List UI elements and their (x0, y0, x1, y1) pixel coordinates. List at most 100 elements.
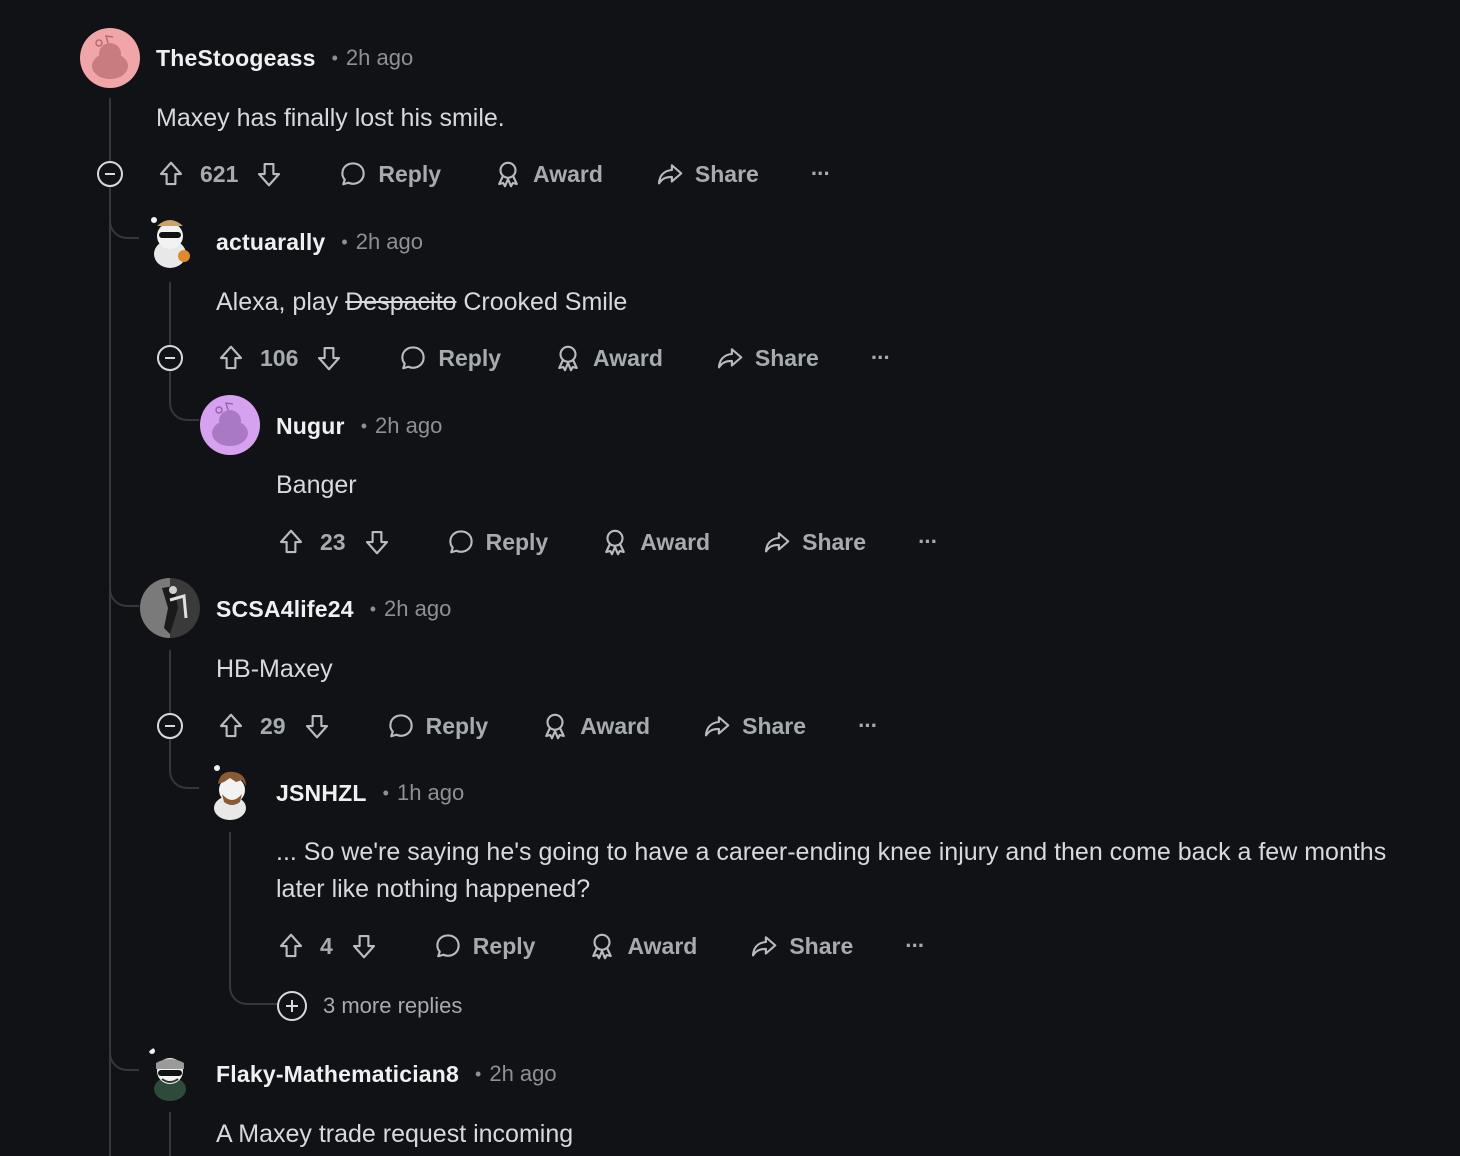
upvote-icon[interactable] (276, 527, 306, 557)
share-button[interactable]: Share (762, 527, 866, 557)
avatar[interactable] (200, 395, 260, 455)
thread-line (169, 1112, 171, 1156)
award-icon (553, 343, 583, 373)
username[interactable]: JSNHZL (276, 780, 367, 807)
comment-body: HB-Maxey (216, 655, 333, 683)
username[interactable]: actuarally (216, 229, 325, 256)
expand-replies-icon[interactable] (277, 991, 307, 1021)
downvote-icon[interactable] (362, 527, 392, 557)
more-options-button[interactable]: ··· (811, 161, 831, 187)
more-options-button[interactable]: ··· (905, 933, 925, 959)
award-button[interactable]: Award (600, 527, 710, 557)
comment-header: JSNHZL • 1h ago (276, 776, 464, 810)
reply-icon (386, 711, 416, 741)
reply-icon (433, 931, 463, 961)
thread-branch (109, 578, 139, 607)
upvote-icon[interactable] (216, 343, 246, 373)
avatar[interactable] (140, 210, 200, 270)
more-options-button[interactable]: ··· (858, 713, 878, 739)
vote-count: 621 (200, 160, 239, 187)
award-button[interactable]: Award (553, 343, 663, 373)
collapse-thread-button[interactable] (157, 345, 183, 371)
more-replies-link[interactable]: 3 more replies (323, 993, 462, 1019)
comment-header: TheStoogeass • 2h ago (156, 41, 413, 75)
comment-body: Banger (276, 471, 357, 499)
comment-actions: 4 Reply Award Share ··· (276, 926, 925, 966)
vote-control: 106 (216, 343, 344, 373)
share-button[interactable]: Share (702, 711, 806, 741)
comment-header: Flaky-Mathematician8 • 2h ago (216, 1057, 557, 1091)
more-options-button[interactable]: ··· (918, 529, 938, 555)
username[interactable]: SCSA4life24 (216, 596, 354, 623)
thread-line (109, 98, 111, 1156)
vote-count: 4 (320, 932, 333, 959)
timestamp[interactable]: 2h ago (375, 413, 442, 439)
separator-dot: • (382, 782, 389, 803)
comment-header: Nugur • 2h ago (276, 409, 442, 443)
award-icon (600, 527, 630, 557)
thread-branch (109, 210, 139, 239)
award-icon (587, 931, 617, 961)
share-icon (715, 343, 745, 373)
reply-icon (338, 159, 368, 189)
timestamp[interactable]: 2h ago (384, 596, 451, 622)
share-button[interactable]: Share (749, 931, 853, 961)
share-icon (702, 711, 732, 741)
separator-dot: • (475, 1063, 482, 1084)
username[interactable]: TheStoogeass (156, 45, 316, 72)
share-icon (655, 159, 685, 189)
downvote-icon[interactable] (302, 711, 332, 741)
upvote-icon[interactable] (276, 931, 306, 961)
upvote-icon[interactable] (156, 159, 186, 189)
vote-control: 621 (156, 159, 284, 189)
upvote-icon[interactable] (216, 711, 246, 741)
comment-header: SCSA4life24 • 2h ago (216, 592, 451, 626)
reply-button[interactable]: Reply (386, 711, 488, 741)
comment-actions: 29 Reply Award Share ··· (216, 706, 878, 746)
timestamp[interactable]: 1h ago (397, 780, 464, 806)
collapse-thread-button[interactable] (157, 713, 183, 739)
avatar[interactable] (140, 1043, 200, 1103)
timestamp[interactable]: 2h ago (346, 45, 413, 71)
vote-control: 23 (276, 527, 392, 557)
username[interactable]: Flaky-Mathematician8 (216, 1061, 459, 1088)
downvote-icon[interactable] (349, 931, 379, 961)
reply-button[interactable]: Reply (338, 159, 441, 189)
award-button[interactable]: Award (587, 931, 697, 961)
comment-actions: 23 Reply Award Share ··· (276, 522, 938, 562)
award-button[interactable]: Award (540, 711, 650, 741)
comment-body: ... So we're saying he's going to have a… (276, 838, 1387, 903)
more-options-button[interactable]: ··· (871, 345, 891, 371)
comment-body: A Maxey trade request incoming (216, 1120, 574, 1148)
thread-branch (109, 1042, 139, 1071)
avatar[interactable] (80, 28, 140, 88)
share-icon (749, 931, 779, 961)
comment-body: Maxey has finally lost his smile. (156, 104, 505, 132)
reply-button[interactable]: Reply (398, 343, 501, 373)
comment-body: Alexa, play Despacito Crooked Smile (216, 288, 628, 316)
collapse-thread-button[interactable] (97, 161, 123, 187)
downvote-icon[interactable] (254, 159, 284, 189)
comment-actions: 106 Reply Award Share ··· (216, 338, 891, 378)
downvote-icon[interactable] (314, 343, 344, 373)
avatar[interactable] (200, 762, 260, 822)
thread-branch (169, 738, 199, 789)
share-button[interactable]: Share (715, 343, 819, 373)
reply-icon (398, 343, 428, 373)
comment-actions: 621 Reply Award Share ··· (156, 154, 831, 194)
vote-count: 23 (320, 528, 346, 555)
award-button[interactable]: Award (493, 159, 603, 189)
share-button[interactable]: Share (655, 159, 759, 189)
reply-button[interactable]: Reply (433, 931, 535, 961)
avatar[interactable] (140, 578, 200, 638)
award-icon (540, 711, 570, 741)
username[interactable]: Nugur (276, 413, 345, 440)
timestamp[interactable]: 2h ago (489, 1061, 556, 1087)
separator-dot: • (341, 231, 348, 252)
reply-button[interactable]: Reply (446, 527, 548, 557)
timestamp[interactable]: 2h ago (356, 229, 423, 255)
reply-icon (446, 527, 476, 557)
vote-count: 29 (260, 712, 286, 739)
vote-count: 106 (260, 344, 299, 371)
thread-branch (169, 370, 199, 421)
